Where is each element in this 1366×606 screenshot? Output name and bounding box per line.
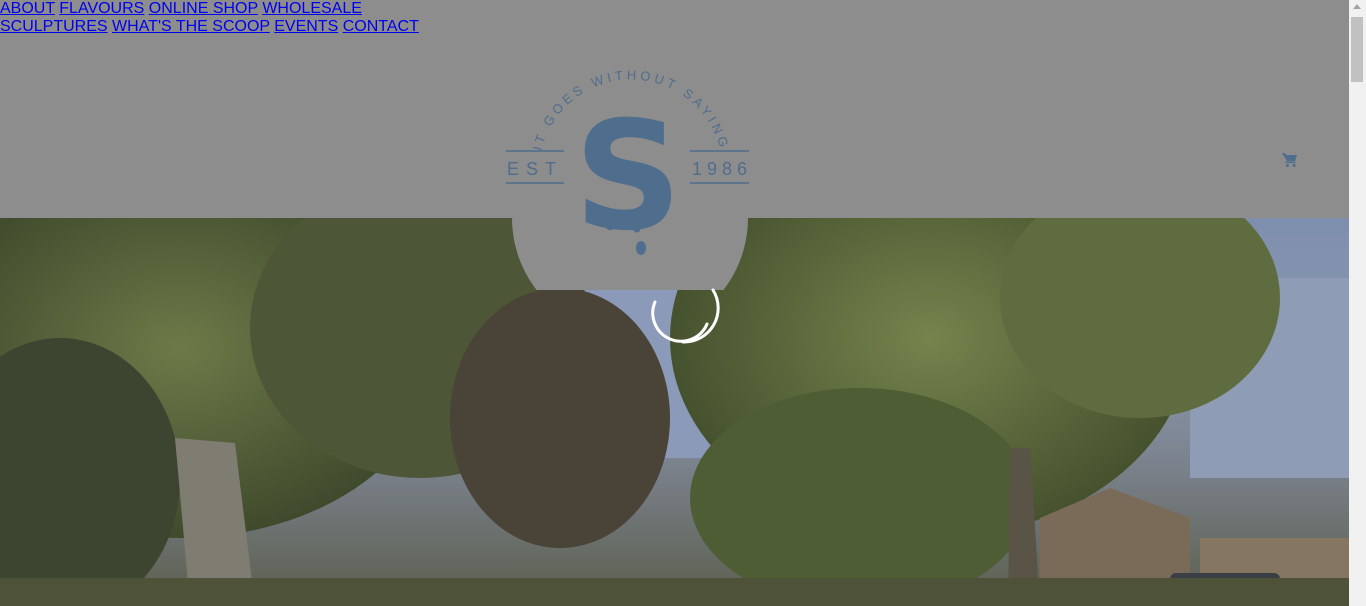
svg-text:S: S xyxy=(574,90,682,264)
site-logo[interactable]: IT GOES WITHOUT SAYING EST 1986 S xyxy=(500,40,760,336)
nav-item-wholesale[interactable]: WHOLESALE xyxy=(262,0,362,17)
vertical-scrollbar[interactable] xyxy=(1349,0,1366,606)
scrollbar-thumb[interactable] xyxy=(1351,17,1363,82)
nav-item-about[interactable]: ABOUT xyxy=(0,0,55,17)
shopping-cart-icon[interactable] xyxy=(1282,152,1298,168)
scroll-up-arrow-icon[interactable] xyxy=(1353,4,1361,9)
nav-right: SCULPTURES WHAT'S THE SCOOP EVENTS CONTA… xyxy=(0,18,1349,36)
logo-year: 1986 xyxy=(692,159,752,179)
logo-s-drip-icon: S xyxy=(574,90,682,264)
nav-left: ABOUT FLAVOURS ONLINE SHOP WHOLESALE xyxy=(0,0,1349,18)
nav-item-online-shop[interactable]: ONLINE SHOP xyxy=(149,0,258,17)
nav-item-flavours[interactable]: FLAVOURS xyxy=(59,0,144,17)
nav-item-sculptures[interactable]: SCULPTURES xyxy=(0,18,108,35)
nav-item-contact[interactable]: CONTACT xyxy=(343,18,419,35)
logo-est-label: EST xyxy=(507,159,563,179)
nav-item-whats-the-scoop[interactable]: WHAT'S THE SCOOP xyxy=(112,18,270,35)
nav-item-events[interactable]: EVENTS xyxy=(274,18,338,35)
loading-spinner-icon xyxy=(651,288,720,344)
